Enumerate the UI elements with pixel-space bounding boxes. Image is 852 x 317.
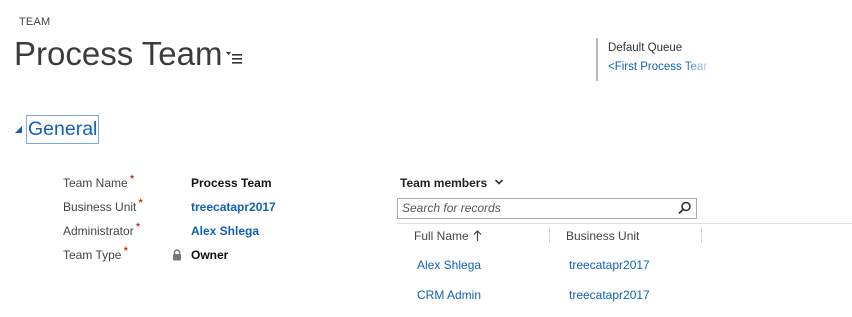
search-input[interactable]	[398, 199, 672, 217]
column-separator[interactable]	[549, 227, 550, 243]
required-indicator: *	[135, 220, 141, 234]
column-header-full-name[interactable]: Full Name	[414, 229, 482, 243]
required-indicator: *	[123, 244, 129, 258]
collapse-triangle-icon[interactable]	[15, 126, 23, 134]
lock-icon	[173, 249, 181, 261]
administrator-link[interactable]: Alex Shlega	[191, 221, 259, 241]
team-name-label: Team Name *	[63, 172, 135, 190]
chevron-down-icon[interactable]	[494, 177, 504, 187]
table-row[interactable]: Alex Shlega treecatapr2017	[397, 257, 852, 287]
search-box	[397, 198, 697, 219]
form-selector-icon[interactable]	[224, 47, 244, 67]
business-unit-link[interactable]: treecatapr2017	[191, 197, 276, 217]
team-type-value: Owner	[191, 248, 229, 262]
sort-ascending-icon	[473, 230, 482, 241]
search-icon[interactable]	[678, 201, 692, 215]
team-name-value[interactable]: Process Team	[191, 173, 272, 193]
table-row[interactable]: CRM Admin treecatapr2017	[397, 287, 852, 317]
cell-business-unit[interactable]: treecatapr2017	[569, 257, 650, 273]
section-title-general[interactable]: General	[26, 115, 100, 144]
required-indicator: *	[129, 172, 135, 186]
header-field-default-queue: Default Queue <First Process Tear	[596, 38, 716, 81]
business-unit-label: Business Unit *	[63, 196, 144, 214]
column-separator[interactable]	[701, 227, 702, 243]
required-indicator: *	[138, 196, 144, 210]
record-title: Process Team	[14, 35, 223, 72]
entity-type-label: TEAM	[19, 16, 51, 28]
grid-header: Full Name Business Unit	[397, 223, 852, 248]
column-header-business-unit[interactable]: Business Unit	[566, 229, 639, 243]
team-type-label: Team Type *	[63, 244, 129, 262]
subgrid-title-team-members[interactable]: Team members	[400, 175, 487, 191]
default-queue-link[interactable]: <First Process Tear	[608, 61, 716, 73]
cell-business-unit[interactable]: treecatapr2017	[569, 287, 650, 303]
cell-full-name[interactable]: CRM Admin	[417, 287, 481, 303]
cell-full-name[interactable]: Alex Shlega	[417, 257, 481, 273]
administrator-label: Administrator *	[63, 220, 141, 238]
default-queue-label: Default Queue	[608, 42, 683, 54]
